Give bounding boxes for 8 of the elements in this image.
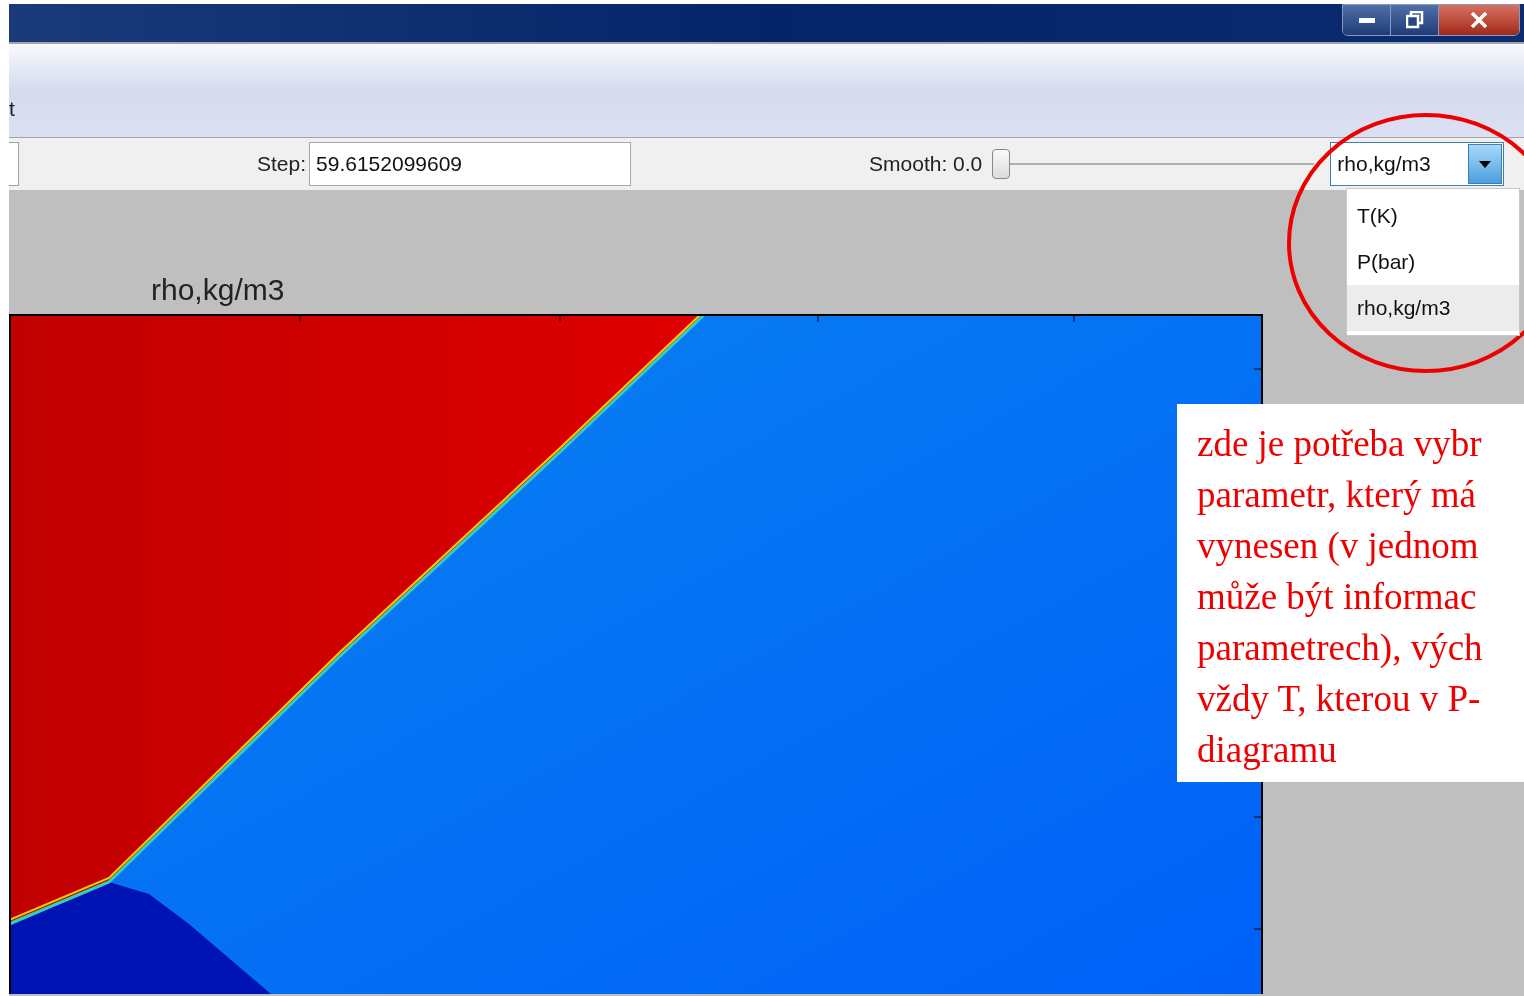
smooth-label: Smooth: 0.0	[869, 151, 983, 178]
plot-title: rho,kg/m3	[151, 272, 286, 308]
variable-combo[interactable]: rho,kg/m3	[1330, 142, 1505, 186]
step-field[interactable]: 59.6152099609	[309, 142, 632, 186]
menu-item[interactable]: t	[9, 95, 15, 123]
dropdown-option[interactable]: rho,kg/m3	[1347, 285, 1519, 331]
step-label: Step:	[257, 151, 307, 178]
annotation-text: zde je potřeba vybr parametr, který má vynesen (v jednom může být informac parametrech), vých vždy T, kterou v P- diagramu	[1197, 422, 1484, 772]
